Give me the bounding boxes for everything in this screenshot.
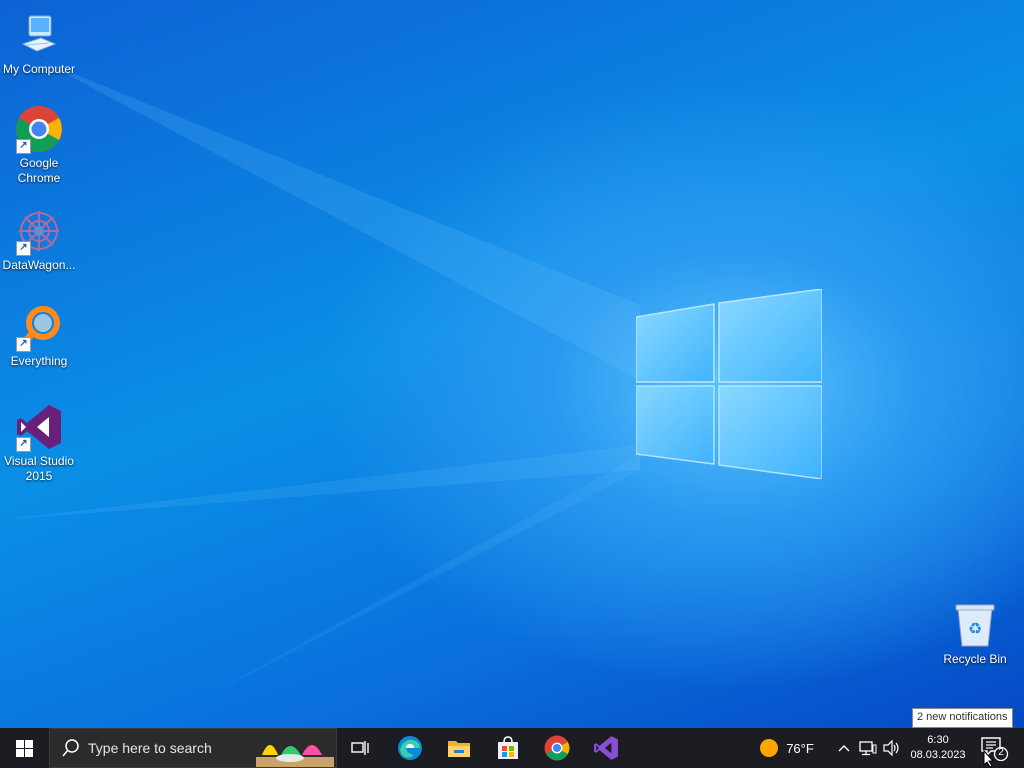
clock-time: 6:30	[927, 734, 949, 746]
desktop-icon-visual-studio[interactable]: ↗ Visual Studio 2015	[0, 402, 78, 484]
store-icon	[498, 736, 518, 759]
taskbar: Type here to search 76°F 6:30 08.03.2023…	[0, 728, 1024, 768]
desktop-icon-my-computer[interactable]: My Computer	[0, 10, 78, 77]
desktop-icon-label: Visual Studio 2015	[4, 454, 74, 483]
desktop-icon-datawagon[interactable]: ↗ DataWagon...	[0, 206, 78, 273]
desktop-icon-recycle-bin[interactable]: ♻ Recycle Bin	[936, 600, 1014, 667]
wallpaper-light-beams	[0, 60, 640, 700]
taskbar-store-button[interactable]	[484, 728, 532, 768]
start-button[interactable]	[0, 728, 48, 768]
folder-icon	[448, 741, 470, 757]
chevron-up-icon	[838, 745, 850, 752]
clock-date: 08.03.2023	[910, 749, 966, 761]
windows-logo-wallpaper	[636, 289, 822, 479]
mouse-pointer-icon	[983, 750, 995, 768]
search-icon	[62, 739, 79, 757]
shortcut-arrow-icon: ↗	[16, 337, 31, 352]
datawagon-icon: ↗	[14, 206, 64, 256]
desktop-icon-label: DataWagon...	[2, 258, 76, 272]
chrome-icon: ↗	[14, 104, 64, 154]
everything-search-icon: ↗	[14, 302, 64, 352]
task-view-button[interactable]	[336, 728, 384, 768]
taskbar-file-explorer-button[interactable]	[435, 728, 483, 768]
sun-weather-icon	[760, 739, 779, 757]
desktop-background: My Computer ↗ Google Chrome ↗ DataWagon.…	[0, 0, 1024, 728]
visual-studio-icon	[594, 736, 618, 760]
notification-count-badge: 2	[998, 747, 1004, 758]
action-center-button[interactable]: 2	[972, 728, 1016, 768]
volume-button[interactable]	[880, 728, 904, 768]
svg-text:♻: ♻	[968, 619, 982, 638]
desktop-icon-label: Recycle Bin	[943, 652, 1007, 666]
my-computer-icon	[14, 10, 64, 60]
recycle-bin-icon: ♻	[950, 600, 1000, 650]
taskbar-search-box[interactable]: Type here to search	[49, 728, 337, 768]
show-hidden-icons-button[interactable]	[834, 728, 854, 768]
shortcut-arrow-icon: ↗	[16, 139, 31, 154]
weather-temperature: 76°F	[786, 740, 814, 756]
desktop-icon-label: Everything	[10, 354, 68, 368]
weather-widget[interactable]: 76°F	[752, 728, 822, 768]
search-highlight-illustration-icon	[256, 745, 334, 767]
windows-start-icon	[15, 739, 33, 757]
search-placeholder: Type here to search	[88, 740, 212, 756]
desktop-icon-google-chrome[interactable]: ↗ Google Chrome	[0, 104, 78, 186]
desktop-icon-label: Google Chrome	[17, 156, 61, 185]
desktop-icon-label: My Computer	[2, 62, 76, 76]
network-icon	[859, 741, 877, 756]
chrome-icon	[544, 735, 570, 761]
visual-studio-icon: ↗	[14, 402, 64, 452]
taskbar-chrome-button[interactable]	[533, 728, 581, 768]
desktop-icon-everything[interactable]: ↗ Everything	[0, 302, 78, 369]
notifications-tooltip: 2 new notifications	[912, 708, 1013, 728]
taskbar-visual-studio-button[interactable]	[582, 728, 630, 768]
clock[interactable]: 6:30 08.03.2023	[905, 728, 971, 768]
edge-icon	[398, 736, 422, 760]
task-view-icon	[351, 741, 369, 755]
taskbar-edge-button[interactable]	[386, 728, 434, 768]
shortcut-arrow-icon: ↗	[16, 241, 31, 256]
shortcut-arrow-icon: ↗	[16, 437, 31, 452]
speaker-volume-icon	[883, 740, 899, 756]
network-button[interactable]	[856, 728, 880, 768]
